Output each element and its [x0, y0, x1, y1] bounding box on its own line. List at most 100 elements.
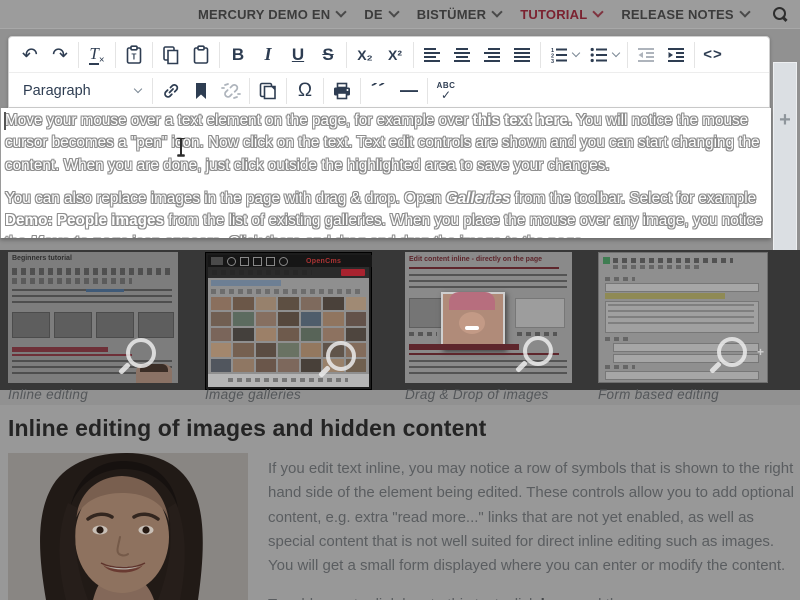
toolbar-separator: [249, 78, 250, 104]
face-thumb: [323, 297, 343, 310]
chevron-down-icon: [336, 6, 347, 17]
paragraph-format-select[interactable]: Paragraph: [15, 76, 149, 106]
superscript-icon: X²: [388, 47, 402, 63]
nav-item-tutorial[interactable]: TUTORIAL: [520, 7, 602, 22]
nav-item-release-notes[interactable]: RELEASE NOTES: [621, 7, 748, 22]
special-char-button[interactable]: Ω: [290, 76, 320, 106]
face-thumb: [211, 343, 231, 356]
superscript-button[interactable]: X²: [380, 40, 410, 70]
underline-button[interactable]: U: [283, 40, 313, 70]
thumbnail-form-editing[interactable]: +: [598, 252, 768, 383]
numbered-list-button[interactable]: 123: [544, 40, 584, 70]
thumb-detail-plus: +: [757, 345, 764, 359]
insert-template-button[interactable]: [253, 76, 283, 106]
toolbar-separator: [115, 42, 116, 68]
thumb-detail-toolbar: OpenCms: [208, 255, 372, 267]
editable-text[interactable]: Move your mouse over a text element on t…: [5, 110, 769, 238]
editor-paragraph-2[interactable]: You can also replace images in the page …: [5, 188, 769, 238]
horizontal-rule-icon: —: [400, 80, 418, 101]
editor-paragraph-1[interactable]: Move your mouse over a text element on t…: [5, 110, 769, 177]
thumbnail-caption: Inline editing: [8, 387, 88, 402]
justify-button[interactable]: [507, 40, 537, 70]
thumbnail-inline-editing[interactable]: Beginners tutorial: [8, 252, 178, 383]
insert-link-button[interactable]: [156, 76, 186, 106]
thumb-detail-tabs: [208, 267, 369, 278]
thumb-detail: [86, 289, 124, 292]
thumbnail-image-galleries[interactable]: OpenCms: [205, 252, 372, 390]
nav-item-de[interactable]: DE: [364, 7, 397, 22]
print-button[interactable]: [327, 76, 357, 106]
bullet-list-icon: [590, 47, 608, 63]
align-right-button[interactable]: [477, 40, 507, 70]
paste-button[interactable]: [186, 40, 216, 70]
face-thumb: [346, 328, 366, 341]
face-thumb: [233, 297, 253, 310]
face-thumb: [256, 297, 276, 310]
strikethrough-button[interactable]: S: [313, 40, 343, 70]
body-paragraph-2: To add an extra link box to this text, c…: [268, 593, 800, 600]
printer-icon: [332, 82, 352, 100]
nav-search-button[interactable]: [768, 6, 788, 22]
face-thumb: [233, 359, 253, 372]
subscript-button[interactable]: X₂: [350, 40, 380, 70]
inline-edit-region[interactable]: Move your mouse over a text element on t…: [0, 108, 771, 238]
thumb-detail-footer: [208, 374, 369, 387]
nav-item-mercury-demo-en[interactable]: MERCURY DEMO EN: [198, 7, 345, 22]
thumb-mini-logo: OpenCms: [306, 258, 341, 265]
face-thumb: [301, 343, 321, 356]
source-code-button[interactable]: <>: [698, 40, 728, 70]
thumb-detail: [12, 278, 132, 284]
bullet-list-button[interactable]: [584, 40, 624, 70]
nav-menu: MERCURY DEMO EN DE BISTÜMER TUTORIAL REL…: [198, 0, 788, 28]
paste-as-text-button[interactable]: T: [119, 40, 149, 70]
bold-button[interactable]: B: [223, 40, 253, 70]
chevron-down-icon: [593, 6, 604, 17]
nav-item-label: BISTÜMER: [417, 7, 487, 22]
outdent-icon: [637, 47, 655, 63]
toolbar-separator: [540, 42, 541, 68]
horizontal-rule-button[interactable]: —: [394, 76, 424, 106]
thumb-detail: [409, 332, 437, 336]
toolbar-separator: [219, 42, 220, 68]
strikethrough-icon: S: [322, 45, 333, 65]
unlink-icon: [221, 81, 241, 101]
redo-button[interactable]: ↷: [45, 40, 75, 70]
anchor-bookmark-button[interactable]: [186, 76, 216, 106]
face-thumb: [233, 343, 253, 356]
thumb-detail-photo: [441, 292, 505, 350]
thumb-detail: [613, 265, 703, 269]
remove-link-button[interactable]: [216, 76, 246, 106]
face-thumb: [323, 312, 343, 325]
align-center-icon: [453, 47, 471, 63]
thumb-detail-textarea: [605, 301, 759, 333]
toolbar-separator: [346, 42, 347, 68]
outdent-button[interactable]: [631, 40, 661, 70]
copy-button[interactable]: [156, 40, 186, 70]
nav-item-bistuemer[interactable]: BISTÜMER: [417, 7, 502, 22]
paste-text-icon: T: [124, 45, 144, 65]
thumb-detail: [96, 312, 134, 338]
thumb-detail: [12, 312, 50, 338]
toolbar-separator: [78, 42, 79, 68]
clear-formatting-button[interactable]: T×: [82, 40, 112, 70]
add-content-button[interactable]: +: [774, 109, 796, 132]
spellcheck-button[interactable]: ABC✓: [431, 76, 461, 106]
face-thumb: [211, 312, 231, 325]
italic-button[interactable]: I: [253, 40, 283, 70]
blockquote-button[interactable]: ”: [364, 76, 394, 106]
zoom-magnifier-icon: [326, 341, 356, 371]
underline-icon: U: [292, 45, 304, 65]
toolbar-separator: [323, 78, 324, 104]
zoom-magnifier-icon: [523, 336, 553, 366]
spellcheck-icon: ABC✓: [437, 82, 456, 99]
align-center-button[interactable]: [447, 40, 477, 70]
zoom-magnifier-icon: [717, 337, 747, 367]
paragraph-select-value: Paragraph: [23, 83, 91, 99]
numbered-list-icon: 123: [550, 47, 568, 63]
align-left-button[interactable]: [417, 40, 447, 70]
indent-button[interactable]: [661, 40, 691, 70]
undo-button[interactable]: ↶: [15, 40, 45, 70]
face-thumb: [301, 328, 321, 341]
thumbnail-drag-drop[interactable]: Edit content inline - directly on the pa…: [405, 252, 572, 383]
omega-icon: Ω: [298, 80, 312, 102]
